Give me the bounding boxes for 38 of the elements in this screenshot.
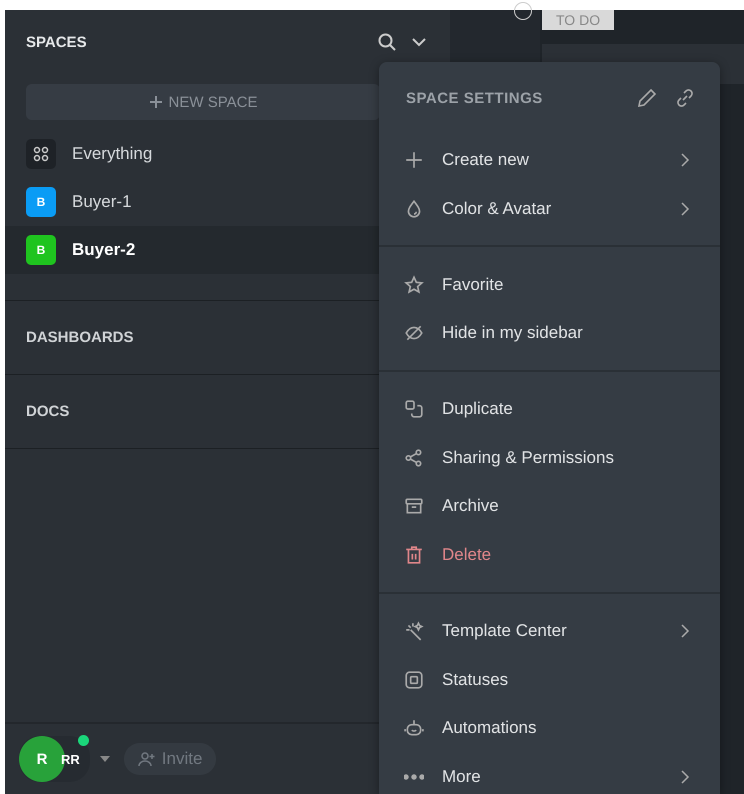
menu-item[interactable]: Sharing & Permissions xyxy=(379,433,720,482)
robot-icon xyxy=(404,718,424,738)
menu-item[interactable]: More xyxy=(379,752,720,794)
star-icon xyxy=(404,274,424,295)
plus-icon xyxy=(404,150,424,170)
pencil-icon[interactable] xyxy=(636,87,658,109)
grid-icon xyxy=(26,139,56,169)
trash-icon xyxy=(404,545,424,566)
section-heading[interactable]: DOCS xyxy=(26,403,70,420)
space-avatar: B xyxy=(26,235,56,265)
menu-item[interactable]: Duplicate xyxy=(379,384,720,434)
menu-item[interactable]: Template Center xyxy=(379,606,720,656)
archive-box-icon xyxy=(404,496,424,516)
menu-item[interactable]: Automations xyxy=(379,704,720,753)
link-icon[interactable] xyxy=(674,87,696,109)
caret-icon[interactable] xyxy=(100,756,110,762)
space-name: Buyer-2 xyxy=(72,240,136,260)
menu-item[interactable]: Create new xyxy=(379,136,720,185)
menu-item[interactable]: Statuses xyxy=(379,655,720,704)
share-icon xyxy=(404,448,424,468)
duplicate-icon xyxy=(404,399,424,420)
menu-item[interactable]: Delete xyxy=(379,530,720,580)
menu-item[interactable]: Hide in my sidebar xyxy=(379,309,720,358)
space-avatar: B xyxy=(26,187,56,217)
column-label: TO DO xyxy=(542,10,614,30)
space-name: Everything xyxy=(72,144,152,164)
add-person-icon xyxy=(138,750,156,768)
square-icon xyxy=(404,670,424,690)
more-icon xyxy=(404,774,424,780)
space-name: Buyer-1 xyxy=(72,192,132,212)
circle-check-icon[interactable] xyxy=(514,2,532,20)
search-icon[interactable] xyxy=(377,32,397,52)
sidebar-heading: SPACES xyxy=(26,34,88,50)
menu-heading: SPACE SETTINGS xyxy=(406,90,544,106)
menu-item[interactable]: Archive xyxy=(379,482,720,531)
section-heading[interactable]: DASHBOARDS xyxy=(26,329,134,346)
magic-wand-icon xyxy=(404,620,424,641)
plus-icon xyxy=(148,95,163,109)
